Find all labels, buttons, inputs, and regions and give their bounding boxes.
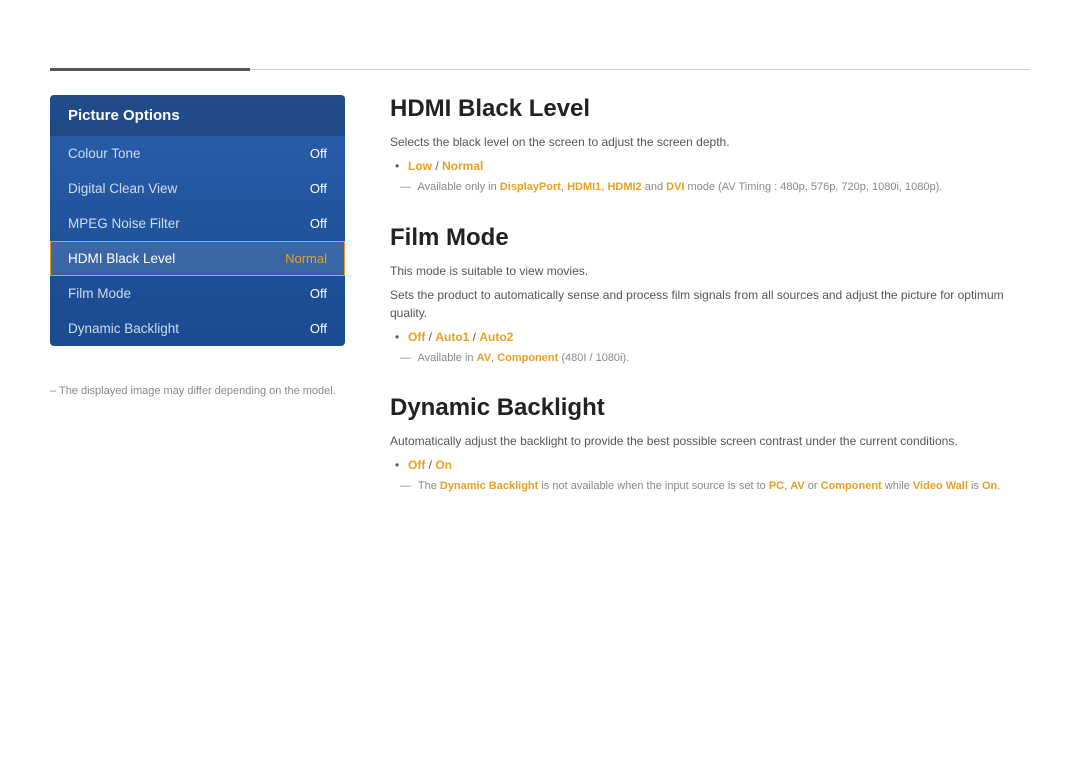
sidebar-item-hdmi-black-level[interactable]: HDMI Black Level Normal — [50, 241, 345, 276]
sidebar-item-dynamic-backlight[interactable]: Dynamic Backlight Off — [50, 311, 345, 346]
db-note-prefix: The — [418, 480, 440, 492]
top-line-dark — [50, 68, 250, 71]
sidebar-item-colour-tone[interactable]: Colour Tone Off — [50, 136, 345, 171]
sidebar-item-mpeg-noise-filter[interactable]: MPEG Noise Filter Off — [50, 206, 345, 241]
hdmi-separator-1: / — [432, 159, 442, 173]
hdmi-black-level-options: Low / Normal — [408, 157, 1030, 175]
hdmi-option-low: Low — [408, 159, 432, 173]
sidebar-item-label: Dynamic Backlight — [68, 321, 179, 336]
note-suffix: mode (AV Timing : 480p, 576p, 720p, 1080… — [684, 181, 942, 193]
dynamic-backlight-title: Dynamic Backlight — [390, 394, 1030, 422]
note-hdmi1: HDMI1 — [567, 181, 601, 193]
film-note-suffix: (480I / 1080i). — [558, 352, 629, 364]
db-note-component: Component — [821, 480, 882, 492]
dynamic-backlight-desc: Automatically adjust the backlight to pr… — [390, 432, 1030, 450]
sidebar-item-value: Normal — [285, 251, 327, 266]
film-sep-2: / — [469, 330, 479, 344]
sidebar-item-label: HDMI Black Level — [68, 251, 175, 266]
db-option-on: On — [435, 458, 452, 472]
db-note-mid: is not available when the input source i… — [538, 480, 769, 492]
film-mode-desc-1: This mode is suitable to view movies. — [390, 262, 1030, 280]
sidebar: Picture Options Colour Tone Off Digital … — [50, 95, 345, 346]
film-option-off: Off — [408, 330, 425, 344]
db-note-period: . — [997, 480, 1000, 492]
db-note-videowall: Video Wall — [913, 480, 968, 492]
sidebar-item-label: Film Mode — [68, 286, 131, 301]
sidebar-item-value: Off — [310, 181, 327, 196]
film-mode-note: Available in AV, Component (480I / 1080i… — [400, 350, 1030, 367]
section-film-mode: Film Mode This mode is suitable to view … — [390, 224, 1030, 367]
sidebar-item-film-mode[interactable]: Film Mode Off — [50, 276, 345, 311]
sidebar-item-label: Colour Tone — [68, 146, 141, 161]
db-option-off: Off — [408, 458, 425, 472]
note-hdmi2: HDMI2 — [607, 181, 641, 193]
db-note-or: or — [805, 480, 821, 492]
db-note-dynamic-backlight: Dynamic Backlight — [440, 480, 538, 492]
sidebar-item-digital-clean-view[interactable]: Digital Clean View Off — [50, 171, 345, 206]
sidebar-title: Picture Options — [50, 95, 345, 136]
db-note-is: is — [968, 480, 982, 492]
db-note-pc: PC — [769, 480, 784, 492]
top-decorative-lines — [50, 68, 1030, 71]
film-option-auto1: Auto1 — [435, 330, 469, 344]
sidebar-item-label: MPEG Noise Filter — [68, 216, 180, 231]
section-dynamic-backlight: Dynamic Backlight Automatically adjust t… — [390, 394, 1030, 495]
top-line-light — [250, 69, 1030, 70]
dynamic-backlight-note: The Dynamic Backlight is not available w… — [400, 478, 1030, 495]
film-note-av: AV — [477, 352, 491, 364]
sidebar-item-value: Off — [310, 216, 327, 231]
film-sep-1: / — [425, 330, 435, 344]
film-option-auto2: Auto2 — [479, 330, 513, 344]
hdmi-option-normal: Normal — [442, 159, 483, 173]
hdmi-black-level-title: HDMI Black Level — [390, 95, 1030, 123]
film-note-prefix: Available in — [417, 352, 476, 364]
db-note-av: AV — [790, 480, 804, 492]
sidebar-item-value: Off — [310, 321, 327, 336]
hdmi-black-level-desc: Selects the black level on the screen to… — [390, 133, 1030, 151]
note-displayport: DisplayPort — [500, 181, 561, 193]
sidebar-item-value: Off — [310, 146, 327, 161]
sidebar-item-value: Off — [310, 286, 327, 301]
section-hdmi-black-level: HDMI Black Level Selects the black level… — [390, 95, 1030, 196]
db-note-while: while — [882, 480, 913, 492]
dynamic-backlight-options: Off / On — [408, 456, 1030, 474]
film-note-component: Component — [497, 352, 558, 364]
film-mode-title: Film Mode — [390, 224, 1030, 252]
note-dvi: DVI — [666, 181, 684, 193]
note-and: and — [642, 181, 666, 193]
db-sep: / — [425, 458, 435, 472]
note-prefix: Available only in — [417, 181, 499, 193]
film-mode-desc-2: Sets the product to automatically sense … — [390, 286, 1030, 322]
sidebar-item-label: Digital Clean View — [68, 181, 177, 196]
hdmi-black-level-note: Available only in DisplayPort, HDMI1, HD… — [400, 179, 1030, 196]
db-note-on: On — [982, 480, 997, 492]
film-mode-options: Off / Auto1 / Auto2 — [408, 328, 1030, 346]
main-content: HDMI Black Level Selects the black level… — [390, 95, 1030, 523]
sidebar-note: – The displayed image may differ dependi… — [50, 385, 336, 397]
